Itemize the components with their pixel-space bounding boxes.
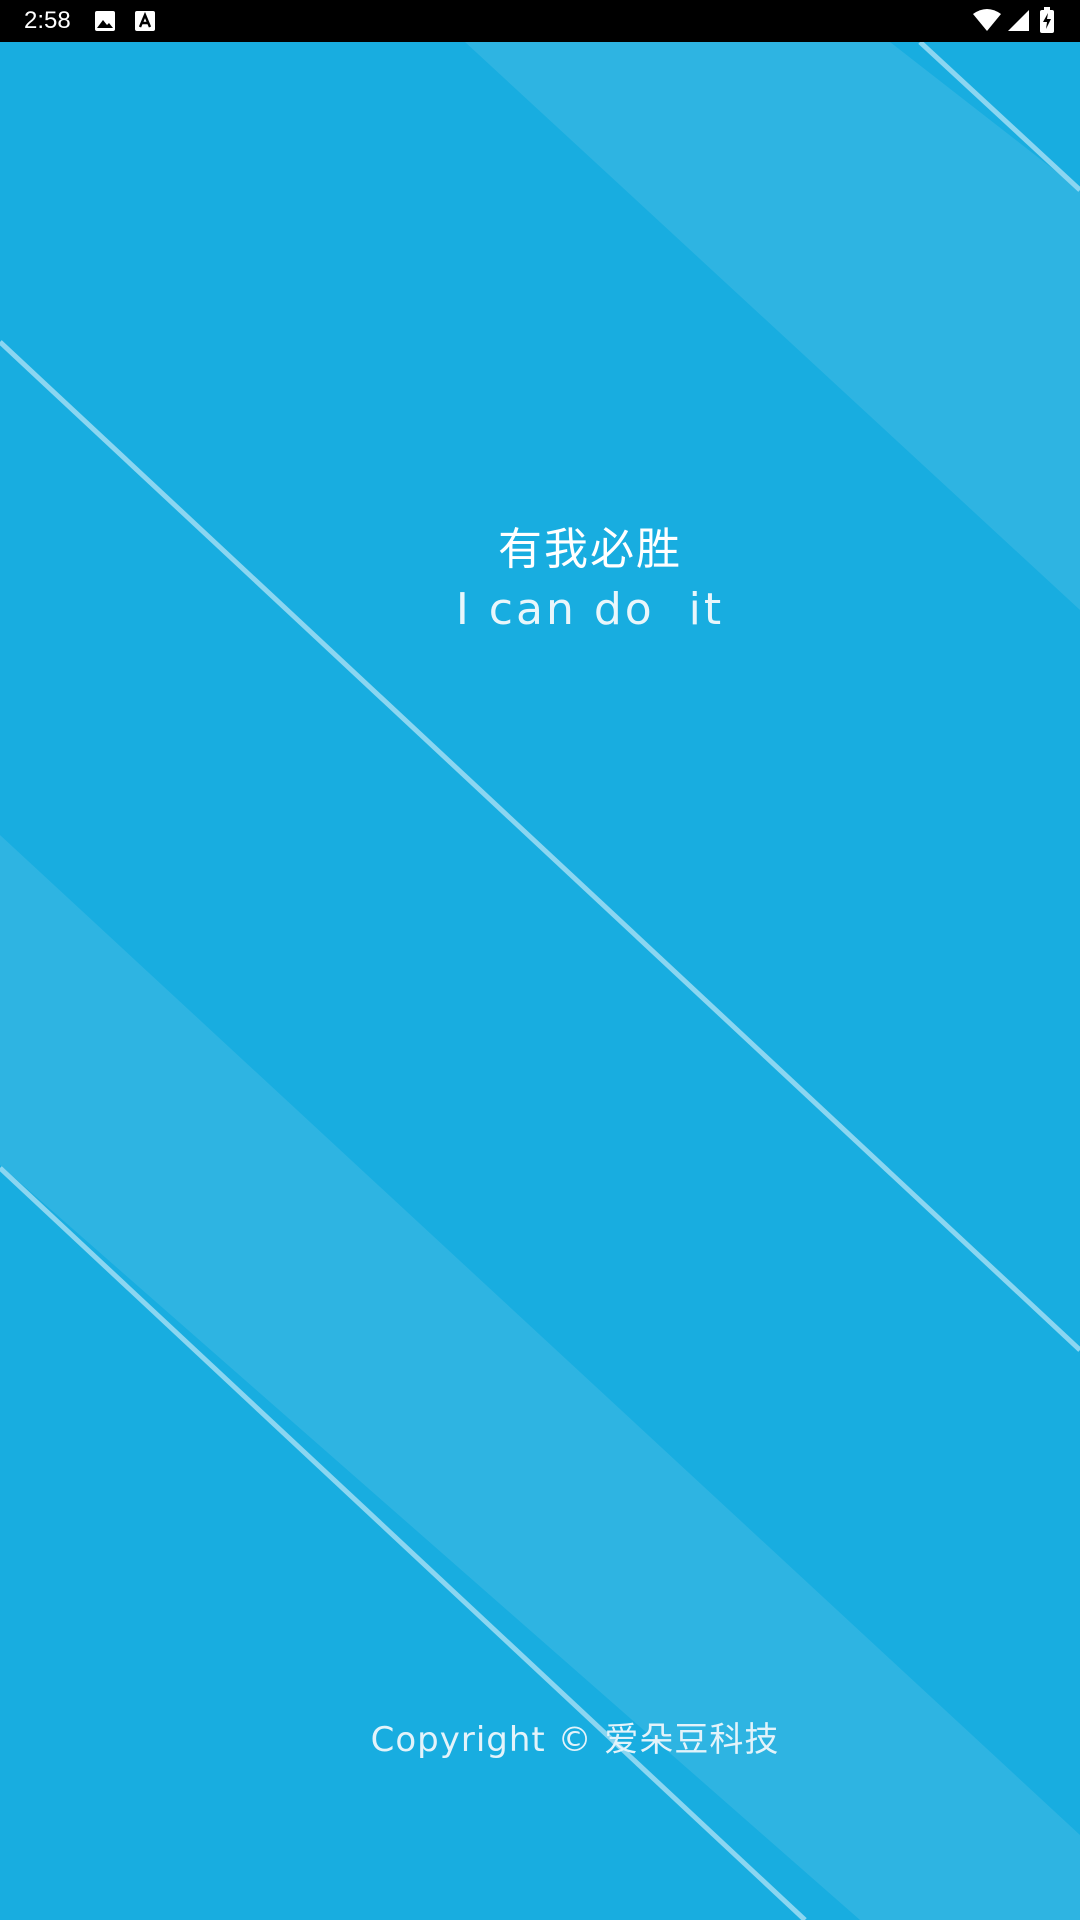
copyright-text: Copyright © 爱朵豆科技 bbox=[370, 1720, 780, 1760]
slogan-english: I can do it bbox=[455, 584, 725, 635]
image-icon bbox=[94, 10, 116, 36]
slogan-chinese: 有我必胜 bbox=[498, 524, 682, 575]
status-time: 2:58 bbox=[24, 7, 71, 34]
status-bar: 2:58 bbox=[0, 0, 1080, 42]
cell-signal-icon bbox=[1006, 8, 1030, 36]
background-decoration bbox=[0, 42, 1080, 1920]
slogan: 有我必胜 I can do it bbox=[0, 520, 1080, 640]
font-a-icon bbox=[134, 10, 156, 36]
battery-charging-icon bbox=[1040, 7, 1054, 37]
wifi-icon bbox=[972, 8, 1002, 36]
splash-screen: 2:58 有我必胜 I can do it Copyright © 爱朵豆科技 bbox=[0, 0, 1080, 1920]
